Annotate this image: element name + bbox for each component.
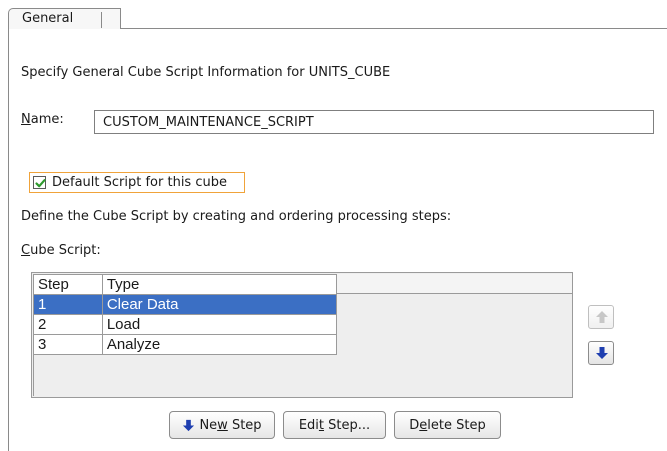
move-up-button[interactable] <box>588 305 614 329</box>
panel-border-left <box>8 28 9 451</box>
tab-general[interactable]: General <box>8 8 121 29</box>
name-label: Name: <box>21 112 64 127</box>
name-field[interactable]: CUSTOM_MAINTENANCE_SCRIPT <box>94 110 654 134</box>
delete-step-label: Delete Step <box>409 417 486 433</box>
intro-text: Specify General Cube Script Information … <box>21 65 391 80</box>
down-arrow-icon <box>596 347 608 359</box>
table-row[interactable]: 1 Clear Data <box>33 294 338 315</box>
table-header-filler <box>337 274 572 294</box>
tab-general-label: General <box>22 11 74 26</box>
table-row[interactable]: 3 Analyze <box>33 334 338 355</box>
up-arrow-icon <box>596 311 608 323</box>
column-header-step[interactable]: Step <box>33 274 103 295</box>
table-row[interactable]: 2 Load <box>33 314 338 335</box>
type-cell: Clear Data <box>101 294 338 315</box>
table-left-gridline <box>33 353 34 396</box>
define-text: Define the Cube Script by creating and o… <box>21 209 452 224</box>
step-cell: 3 <box>33 334 103 355</box>
check-icon <box>35 179 46 188</box>
tab-divider <box>101 12 102 28</box>
panel-border-top <box>121 28 667 29</box>
move-down-button[interactable] <box>588 341 614 365</box>
checkbox-box[interactable] <box>33 176 46 189</box>
steps-grid: Step Type 1 Clear Data 2 Load 3 Analyze <box>33 274 338 355</box>
default-script-checkbox[interactable]: Default Script for this cube <box>29 172 245 193</box>
step-cell: 2 <box>33 314 103 335</box>
edit-step-label: Edit Step... <box>298 417 371 433</box>
cube-script-label: Cube Script: <box>21 243 101 258</box>
type-cell: Load <box>101 314 338 335</box>
default-script-label: Default Script for this cube <box>52 175 227 190</box>
new-step-label: New Step <box>199 417 262 433</box>
cube-script-table[interactable]: Step Type 1 Clear Data 2 Load 3 Analyze <box>31 272 573 398</box>
new-step-button[interactable]: New Step <box>169 411 275 439</box>
column-header-type[interactable]: Type <box>101 274 338 295</box>
type-cell: Analyze <box>101 334 338 355</box>
edit-step-button[interactable]: Edit Step... <box>283 411 386 439</box>
step-cell: 1 <box>33 294 103 315</box>
delete-step-button[interactable]: Delete Step <box>394 411 501 439</box>
down-arrow-icon <box>183 419 195 431</box>
